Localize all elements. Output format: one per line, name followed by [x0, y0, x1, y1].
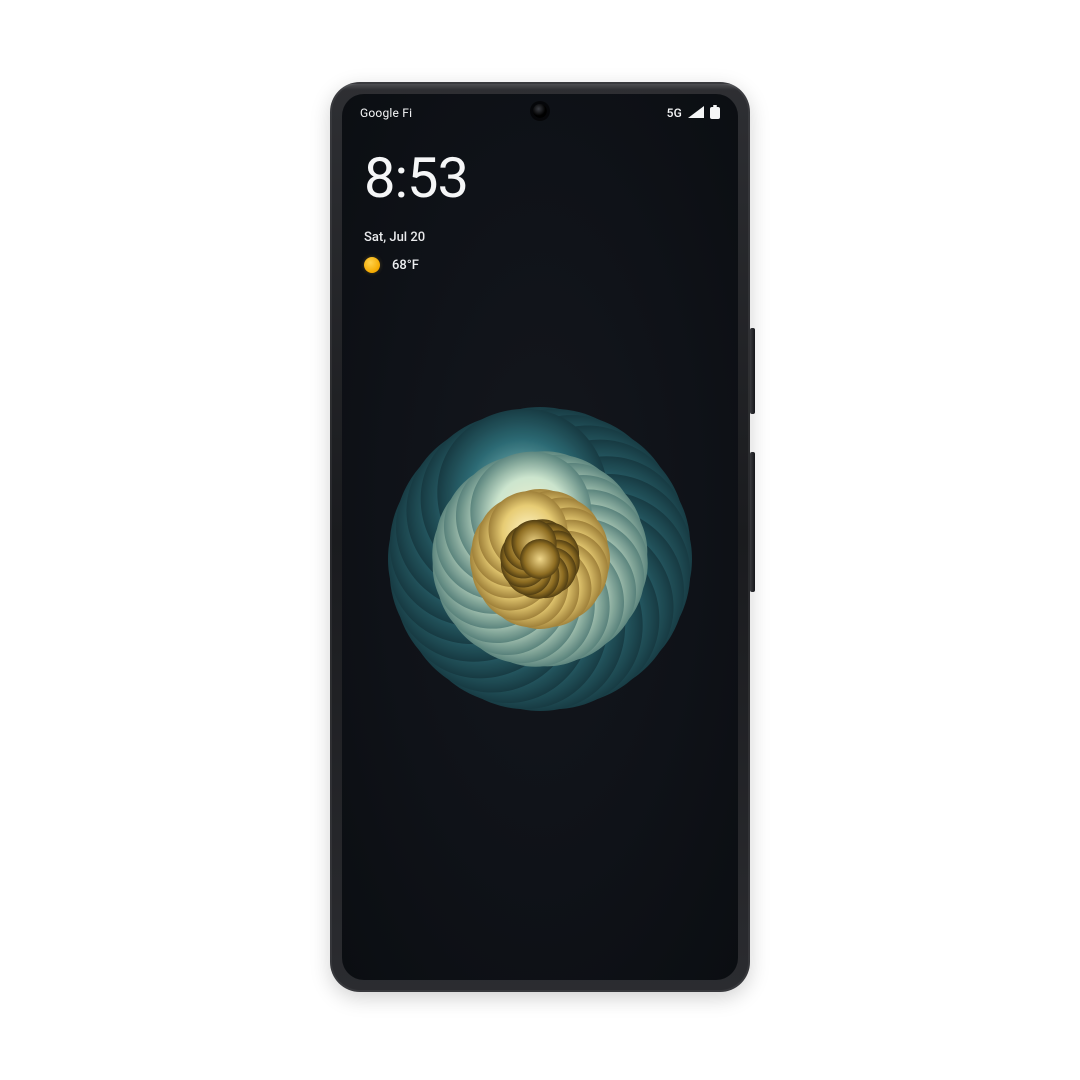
signal-icon — [688, 106, 704, 121]
temperature-label: 68°F — [392, 258, 419, 273]
front-camera — [533, 104, 547, 118]
power-button[interactable] — [750, 328, 755, 414]
weather-widget[interactable]: 68°F — [364, 257, 716, 273]
battery-icon — [710, 105, 720, 122]
lockscreen-info: 8:53 Sat, Jul 20 68°F — [364, 150, 716, 273]
status-right: 5G — [667, 105, 720, 122]
network-label: 5G — [667, 106, 682, 120]
carrier-label: Google Fi — [360, 106, 412, 120]
volume-button[interactable] — [750, 452, 755, 592]
phone-frame: Google Fi 5G 8:53 — [330, 82, 750, 992]
wallpaper-flower — [375, 394, 705, 724]
sun-icon — [364, 257, 380, 273]
clock[interactable]: 8:53 — [364, 150, 716, 206]
date-label[interactable]: Sat, Jul 20 — [364, 230, 716, 245]
lock-screen[interactable]: Google Fi 5G 8:53 — [342, 94, 738, 980]
